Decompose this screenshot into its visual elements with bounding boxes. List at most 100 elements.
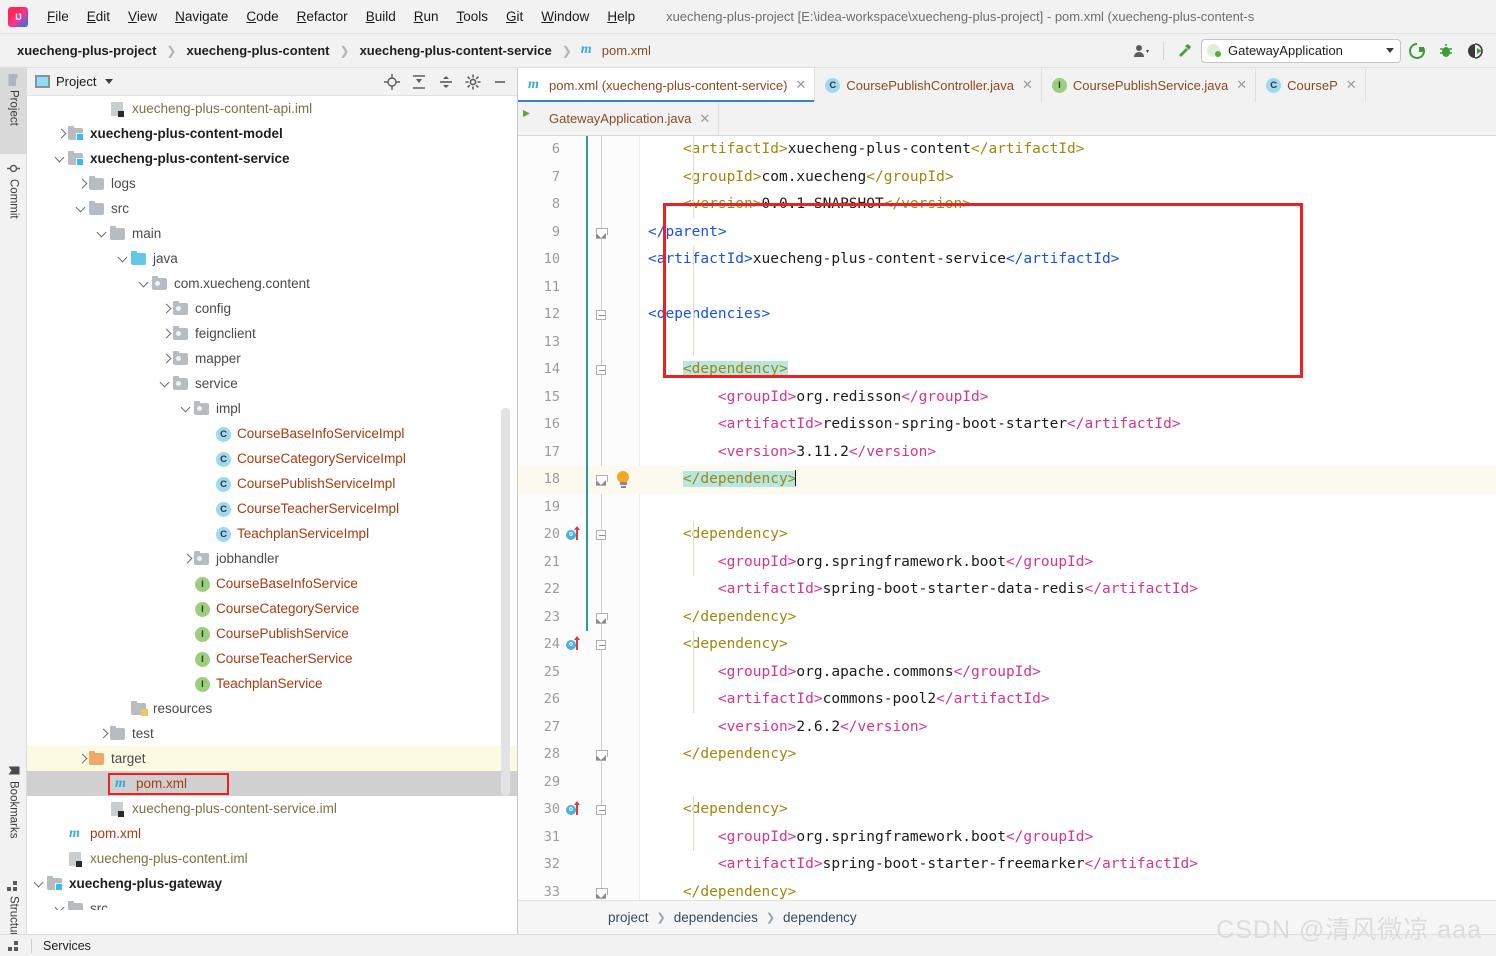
hammer-build-icon[interactable] (1172, 39, 1198, 63)
menu-item-edit[interactable]: Edit (78, 6, 119, 27)
tree-node[interactable]: I TeachplanService (27, 671, 517, 696)
tree-node[interactable]: logs (27, 171, 517, 196)
menu-item-view[interactable]: View (119, 6, 166, 27)
editor-breadcrumb-2[interactable]: dependency (783, 910, 857, 925)
intention-bulb-icon[interactable] (616, 471, 630, 488)
code-fold-end-icon[interactable] (596, 750, 608, 760)
code-line[interactable]: 16 <artifactId>redisson-spring-boot-star… (518, 411, 1496, 439)
tree-node[interactable]: jobhandler (27, 546, 517, 571)
tree-node[interactable]: config (27, 296, 517, 321)
tree-node[interactable]: C CourseBaseInfoServiceImpl (27, 421, 517, 446)
expand-all-icon[interactable] (406, 70, 432, 94)
chevron-right-icon[interactable] (54, 127, 68, 141)
code-line[interactable]: 11 (518, 274, 1496, 302)
editor-tab[interactable]: C CoursePublishController.java ✕ (815, 68, 1042, 102)
chevron-right-icon[interactable] (75, 752, 89, 766)
close-icon[interactable]: ✕ (795, 77, 806, 93)
chevron-down-icon[interactable] (117, 252, 131, 266)
tree-node[interactable]: com.xuecheng.content (27, 271, 517, 296)
code-line[interactable]: 15 <groupId>org.redisson</groupId> (518, 384, 1496, 412)
debug-icon[interactable] (1433, 39, 1459, 63)
tree-node[interactable]: src (27, 196, 517, 221)
code-line[interactable]: 32 <artifactId>spring-boot-starter-freem… (518, 851, 1496, 879)
code-line[interactable]: 27 <version>2.6.2</version> (518, 714, 1496, 742)
chevron-down-icon[interactable] (54, 152, 68, 166)
tree-node[interactable]: main (27, 221, 517, 246)
chevron-down-icon[interactable] (33, 877, 47, 891)
tree-node[interactable]: xuecheng-plus-content-service.iml (27, 796, 517, 821)
tree-node[interactable]: test (27, 721, 517, 746)
run-configuration-selector[interactable]: GatewayApplication (1201, 38, 1401, 63)
code-line[interactable]: 9 </parent> (518, 219, 1496, 247)
code-line[interactable]: 25 <groupId>org.apache.commons</groupId> (518, 659, 1496, 687)
tree-node[interactable]: src (27, 896, 517, 910)
tree-node[interactable]: C CourseCategoryServiceImpl (27, 446, 517, 471)
tree-node[interactable]: feignclient (27, 321, 517, 346)
code-line[interactable]: 30 o <dependency> (518, 796, 1496, 824)
chevron-down-icon[interactable] (96, 227, 110, 241)
code-line[interactable]: 18 </dependency> (518, 466, 1496, 494)
code-line[interactable]: 20 o <dependency> (518, 521, 1496, 549)
close-icon[interactable]: ✕ (1236, 77, 1247, 93)
chevron-down-icon[interactable] (1386, 48, 1394, 53)
project-tree-scrollbar[interactable] (501, 408, 510, 796)
tree-node[interactable]: I CoursePublishService (27, 621, 517, 646)
code-fold-icon[interactable] (596, 530, 606, 540)
main-menu[interactable]: File Edit View Navigate Code Refactor Build Run… (38, 6, 644, 27)
breadcrumb-item-2[interactable]: xuecheng-plus-content-service (357, 42, 555, 59)
editor-tab[interactable]: m pom.xml (xuecheng-plus-content-service)… (518, 68, 816, 102)
menu-item-run[interactable]: Run (405, 6, 448, 27)
tree-node[interactable]: impl (27, 396, 517, 421)
chevron-down-icon[interactable] (138, 277, 152, 291)
code-line[interactable]: 24 o <dependency> (518, 631, 1496, 659)
code-line[interactable]: 28 </dependency> (518, 741, 1496, 769)
tree-node[interactable]: resources (27, 696, 517, 721)
code-line[interactable]: 12 <dependencies> (518, 301, 1496, 329)
close-icon[interactable]: ✕ (699, 111, 710, 127)
code-line[interactable]: 6 <artifactId>xuecheng-plus-content</art… (518, 136, 1496, 164)
code-line[interactable]: 23 </dependency> (518, 604, 1496, 632)
menu-item-tools[interactable]: Tools (448, 6, 498, 27)
chevron-down-icon[interactable] (75, 202, 89, 216)
code-fold-end-icon[interactable] (596, 227, 608, 238)
editor-tab-row-2[interactable]: GatewayApplication.java ✕ (518, 102, 1496, 136)
tree-node[interactable]: C CoursePublishServiceImpl (27, 471, 517, 496)
chevron-down-icon[interactable] (159, 377, 173, 391)
tree-node[interactable]: mapper (27, 346, 517, 371)
breadcrumb-item-1[interactable]: xuecheng-plus-content (183, 42, 332, 59)
editor-tab[interactable]: I CoursePublishService.java ✕ (1042, 68, 1257, 102)
code-line[interactable]: 8 <version>0.0.1-SNAPSHOT</version> (518, 191, 1496, 219)
code-fold-icon[interactable] (596, 640, 606, 650)
code-fold-end-icon[interactable] (596, 887, 608, 898)
tree-node[interactable]: service (27, 371, 517, 396)
breadcrumb-file[interactable]: pom.xml (599, 42, 654, 59)
editor-breadcrumb-1[interactable]: dependencies (674, 910, 758, 925)
code-line[interactable]: 29 (518, 769, 1496, 797)
tree-node-selected[interactable]: m pom.xml (27, 771, 517, 796)
code-line[interactable]: 17 <version>3.11.2</version> (518, 439, 1496, 467)
chevron-right-icon[interactable] (159, 327, 173, 341)
project-tree[interactable]: xuecheng-plus-content-api.iml xuecheng-pl… (27, 96, 517, 910)
maven-dependency-marker-icon[interactable]: o (566, 801, 580, 817)
editor-breadcrumb-0[interactable]: project (608, 910, 649, 925)
tree-node[interactable]: xuecheng-plus-content-api.iml (27, 96, 517, 121)
editor-tab-row-1[interactable]: m pom.xml (xuecheng-plus-content-service)… (518, 68, 1496, 102)
code-line[interactable]: 14 <dependency> (518, 356, 1496, 384)
breadcrumb-item-0[interactable]: xuecheng-plus-project (14, 42, 159, 59)
code-line[interactable]: 19 (518, 494, 1496, 522)
close-icon[interactable]: ✕ (1346, 77, 1357, 93)
close-icon[interactable]: ✕ (1022, 77, 1033, 93)
sidebar-item-bookmarks[interactable]: Bookmarks (0, 758, 27, 868)
chevron-right-icon[interactable] (159, 352, 173, 366)
chevron-down-icon[interactable] (180, 402, 194, 416)
maven-dependency-marker-icon[interactable]: o (566, 636, 580, 652)
code-fold-icon[interactable] (596, 805, 606, 815)
chevron-right-icon[interactable] (159, 302, 173, 316)
settings-gear-icon[interactable] (460, 70, 486, 94)
editor-tab[interactable]: C CourseP ✕ (1256, 68, 1366, 102)
chevron-right-icon[interactable] (96, 727, 110, 741)
tree-node[interactable]: target (27, 746, 517, 771)
tree-node[interactable]: m pom.xml (27, 821, 517, 846)
tree-node[interactable]: C CourseTeacherServiceImpl (27, 496, 517, 521)
menu-item-build[interactable]: Build (357, 6, 405, 27)
